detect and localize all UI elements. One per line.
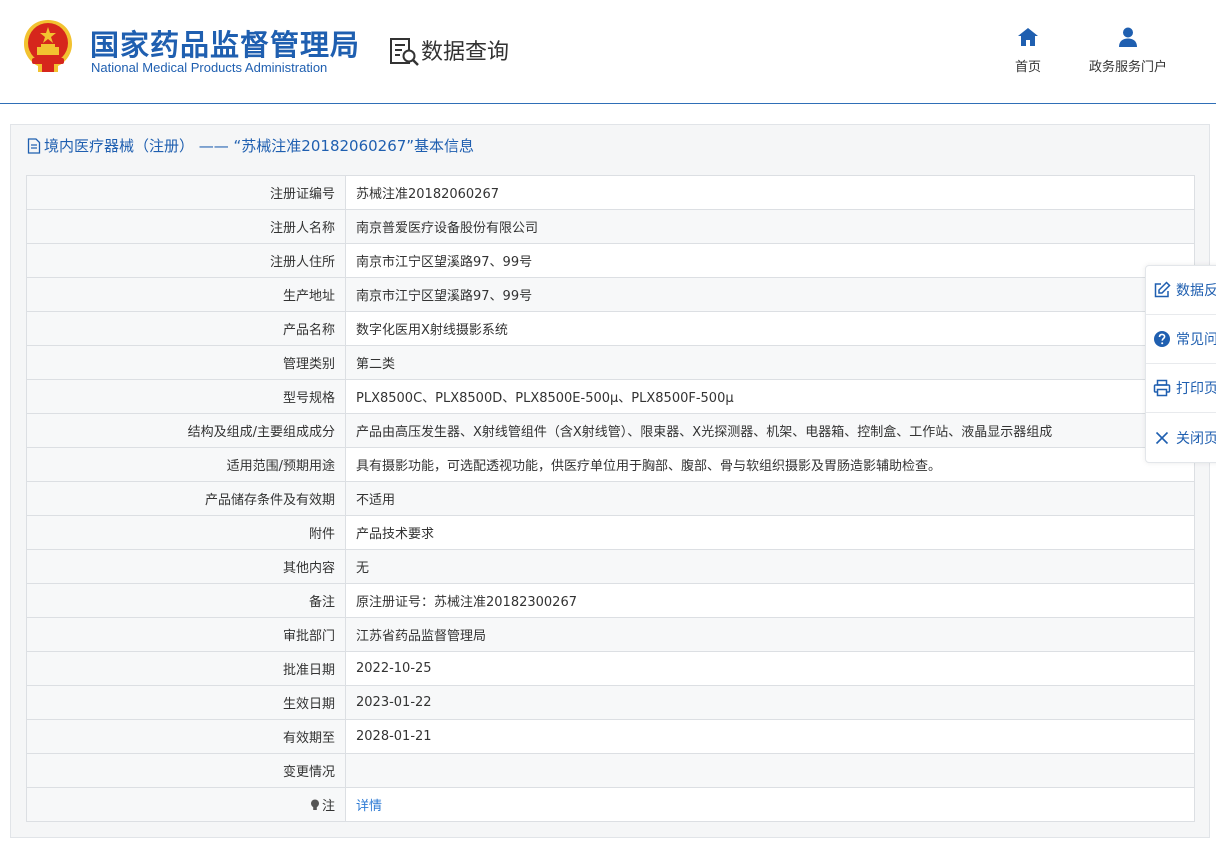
row-value: PLX8500C、PLX8500D、PLX8500E-500μ、PLX8500F… — [345, 379, 1195, 414]
row-value: 2028-01-21 — [345, 719, 1195, 754]
row-value: 2022-10-25 — [345, 651, 1195, 686]
home-icon — [1018, 28, 1038, 46]
row-value: 不适用 — [345, 481, 1195, 516]
nav-home[interactable]: 首页 — [1000, 26, 1056, 75]
info-table: 注册证编号 苏械注准20182060267 注册人名称 南京普爱医疗设备股份有限公司注… — [26, 175, 1195, 822]
row-label: 附件 — [26, 515, 346, 550]
row-value: 南京市江宁区望溪路97、99号 — [345, 277, 1195, 312]
site-header: 国家药品监督管理局 National Medical Products Admi… — [0, 0, 1216, 104]
table-row: 有效期至 2028-01-21 — [26, 719, 1195, 754]
row-value: 2023-01-22 — [345, 685, 1195, 720]
table-row: 产品储存条件及有效期 不适用 — [26, 481, 1195, 516]
table-row: 产品名称 数字化医用X射线摄影系统 — [26, 311, 1195, 346]
table-row: 附件 产品技术要求 — [26, 515, 1195, 550]
row-label: 注册人名称 — [26, 209, 346, 244]
data-query-icon — [390, 38, 419, 66]
row-label: 管理类别 — [26, 345, 346, 380]
table-row-note: 注 详情 — [26, 787, 1195, 822]
row-label: 生产地址 — [26, 277, 346, 312]
panel-title: 境内医疗器械（注册） —— “苏械注准20182060267”基本信息 — [27, 135, 474, 156]
table-row: 注册人住所 南京市江宁区望溪路97、99号 — [26, 243, 1195, 278]
row-value: 原注册证号：苏械注准20182300267 — [345, 583, 1195, 618]
row-label: 适用范围/预期用途 — [26, 447, 346, 482]
close-icon — [1155, 431, 1169, 444]
table-row: 批准日期 2022-10-25 — [26, 651, 1195, 686]
info-panel: 境内医疗器械（注册） —— “苏械注准20182060267”基本信息 注册证编… — [10, 124, 1210, 838]
row-value: 具有摄影功能，可选配透视功能，供医疗单位用于胸部、腹部、骨与软组织摄影及胃肠造影… — [345, 447, 1195, 482]
row-value: 详情 — [345, 787, 1195, 822]
row-label: 结构及组成/主要组成成分 — [26, 413, 346, 448]
row-value: 数字化医用X射线摄影系统 — [345, 311, 1195, 346]
table-row: 适用范围/预期用途 具有摄影功能，可选配透视功能，供医疗单位用于胸部、腹部、骨与软… — [26, 447, 1195, 482]
table-row: 注册人名称 南京普爱医疗设备股份有限公司 — [26, 209, 1195, 244]
row-label: 注册人住所 — [26, 243, 346, 278]
feedback-button[interactable]: 数据反 — [1146, 266, 1216, 315]
row-label: 批准日期 — [26, 651, 346, 686]
nav-service-portal[interactable]: 政务服务门户 — [1078, 26, 1178, 75]
org-name-cn: 国家药品监督管理局 — [90, 28, 361, 62]
row-label: 产品储存条件及有效期 — [26, 481, 346, 516]
feedback-label: 数据反 — [1176, 283, 1216, 299]
faq-label: 常见问 — [1176, 332, 1216, 348]
table-row: 其他内容无 — [26, 549, 1195, 584]
panel-title-text: 境内医疗器械（注册） —— “苏械注准20182060267”基本信息 — [44, 137, 475, 155]
row-value — [345, 753, 1195, 788]
row-label: 注册证编号 — [26, 175, 346, 210]
national-emblem-icon — [24, 20, 72, 72]
print-button[interactable]: 打印页 — [1146, 364, 1216, 413]
user-icon — [1119, 27, 1137, 47]
row-value: 产品技术要求 — [345, 515, 1195, 550]
table-row: 审批部门 江苏省药品监督管理局 — [26, 617, 1195, 652]
edit-icon — [1154, 281, 1171, 298]
close-page-label: 关闭页 — [1176, 430, 1216, 447]
row-value: 苏械注准20182060267 — [345, 175, 1195, 210]
print-label: 打印页 — [1176, 381, 1216, 397]
row-value: 南京普爱医疗设备股份有限公司 — [345, 209, 1195, 244]
nav-service-portal-label: 政务服务门户 — [1088, 60, 1167, 75]
row-label: 注 — [26, 787, 346, 822]
table-row: 生产地址 南京市江宁区望溪路97、99号 — [26, 277, 1195, 312]
table-row: 结构及组成/主要组成成分 产品由高压发生器、X射线管组件（含X射线管）、限束器、X… — [26, 413, 1195, 448]
note-label: 注 — [321, 799, 335, 814]
document-icon — [27, 137, 41, 154]
faq-button[interactable]: 常见问 — [1146, 315, 1216, 364]
row-label: 有效期至 — [26, 719, 346, 754]
floating-toolbar: 数据反 常见问 打印页 关闭页 — [1145, 265, 1216, 463]
row-label: 生效日期 — [26, 685, 346, 720]
table-row: 生效日期 2023-01-22 — [26, 685, 1195, 720]
row-value: 江苏省药品监督管理局 — [345, 617, 1195, 652]
row-label: 审批部门 — [26, 617, 346, 652]
close-page-button[interactable]: 关闭页 — [1146, 413, 1216, 462]
table-row: 备注 原注册证号：苏械注准20182300267 — [26, 583, 1195, 618]
row-label: 其他内容 — [26, 549, 346, 584]
row-label: 产品名称 — [26, 311, 346, 346]
row-value: 无 — [345, 549, 1195, 584]
table-row: 注册证编号 苏械注准20182060267 — [26, 175, 1195, 210]
row-value: 产品由高压发生器、X射线管组件（含X射线管）、限束器、X光探测器、机架、电器箱、… — [345, 413, 1195, 448]
row-label: 型号规格 — [26, 379, 346, 414]
row-value: 南京市江宁区望溪路97、99号 — [345, 243, 1195, 278]
print-icon — [1153, 379, 1171, 397]
row-label: 变更情况 — [26, 753, 346, 788]
table-row: 管理类别 第二类 — [26, 345, 1195, 380]
row-label: 备注 — [26, 583, 346, 618]
help-icon — [1154, 331, 1170, 347]
org-name-en: National Medical Products Administration — [91, 60, 328, 75]
table-row: 型号规格 PLX8500C、PLX8500D、PLX8500E-500μ、PLX8… — [26, 379, 1195, 414]
nav-home-label: 首页 — [1014, 60, 1041, 75]
details-link[interactable]: 详情 — [356, 799, 382, 814]
table-row: 变更情况 — [26, 753, 1195, 788]
row-value: 第二类 — [345, 345, 1195, 380]
section-title: 数据查询 — [421, 40, 510, 65]
lightbulb-icon — [310, 799, 319, 810]
